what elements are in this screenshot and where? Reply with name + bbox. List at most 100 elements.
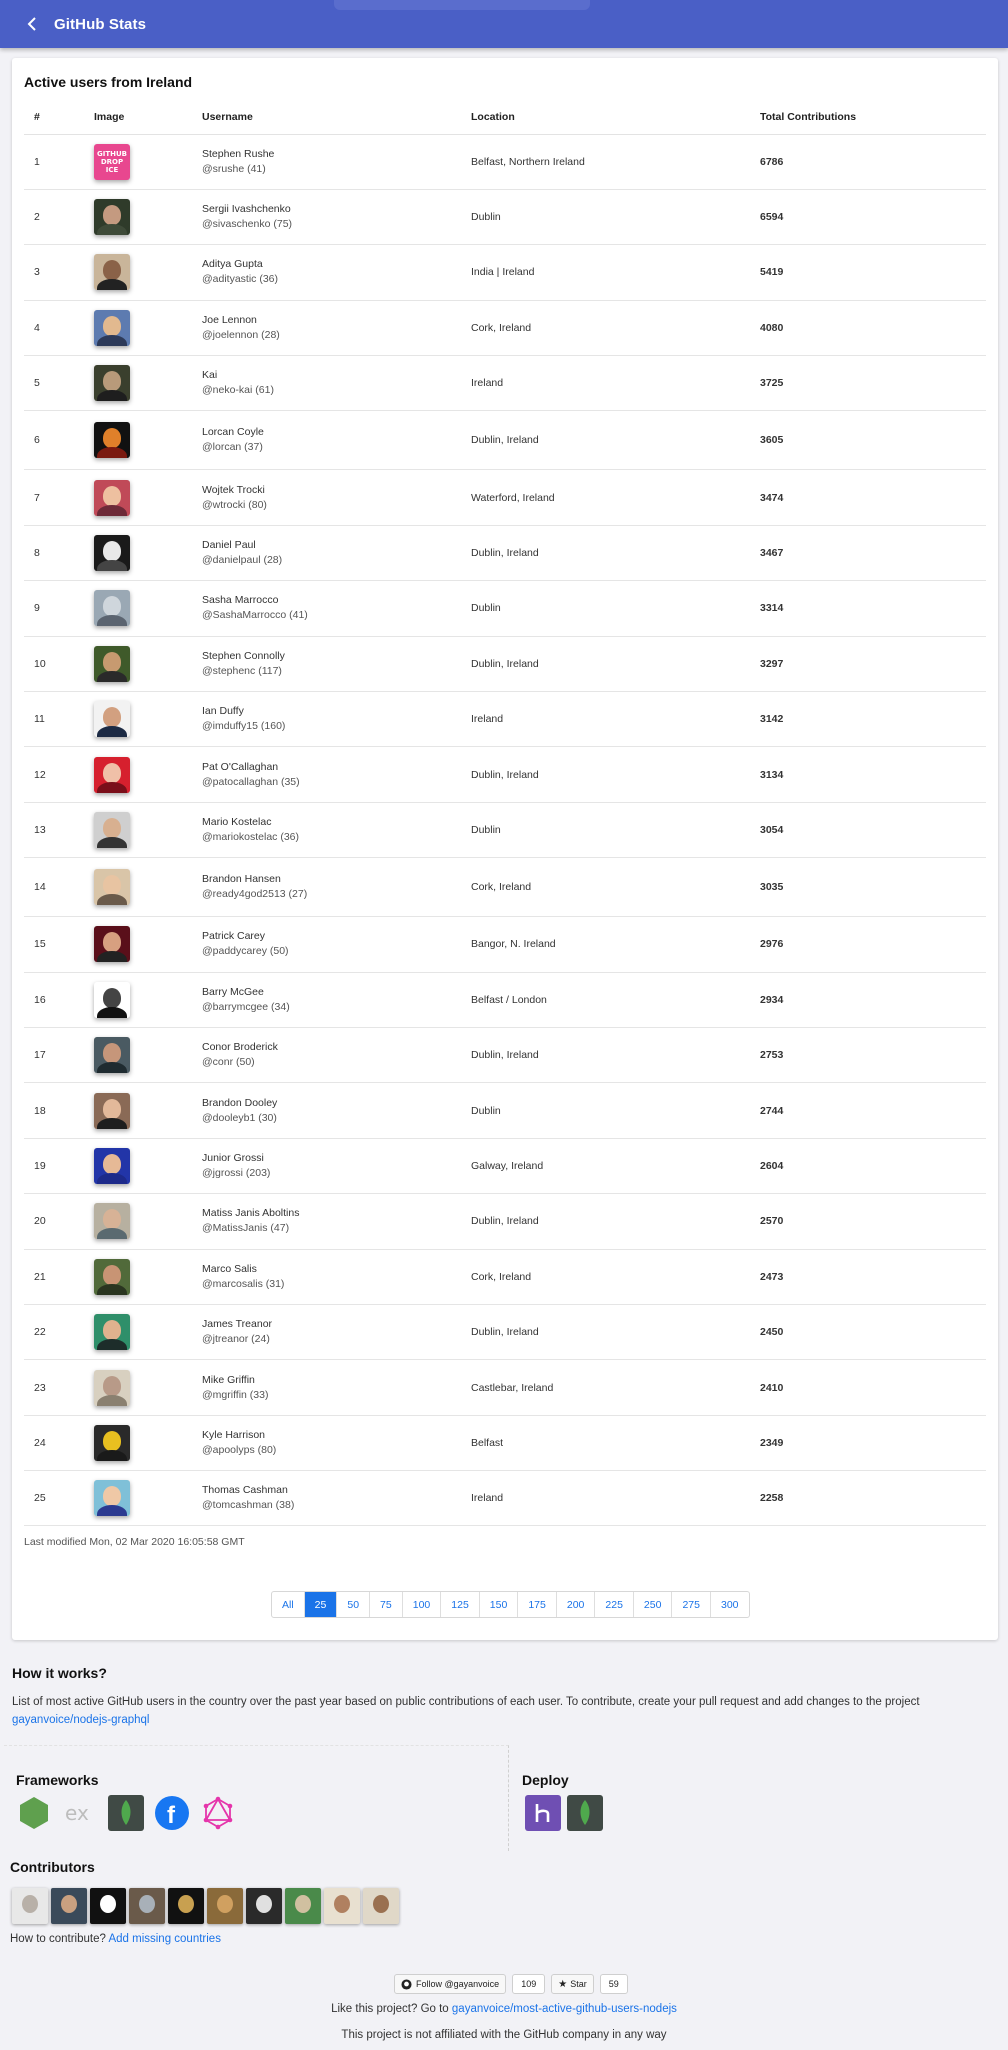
user-name[interactable]: Brandon Hansen <box>202 872 461 887</box>
user-avatar[interactable] <box>94 309 130 346</box>
contributor-avatar[interactable] <box>168 1888 204 1924</box>
contributor-avatar[interactable] <box>363 1888 399 1924</box>
user-name[interactable]: Daniel Paul <box>202 538 461 553</box>
user-avatar[interactable] <box>94 645 130 682</box>
user-avatar[interactable] <box>94 1314 130 1351</box>
contributor-avatar[interactable] <box>246 1888 282 1924</box>
user-avatar[interactable] <box>94 199 130 236</box>
page-option-200[interactable]: 200 <box>557 1592 596 1617</box>
contributor-avatar[interactable] <box>51 1888 87 1924</box>
user-avatar[interactable] <box>94 756 130 793</box>
contributor-avatar[interactable] <box>207 1888 243 1924</box>
user-login[interactable]: @srushe (41) <box>202 162 461 177</box>
user-name[interactable]: Kyle Harrison <box>202 1428 461 1443</box>
user-name[interactable]: Matiss Janis Aboltins <box>202 1206 461 1221</box>
user-avatar[interactable] <box>94 869 130 906</box>
user-avatar[interactable] <box>94 1369 130 1406</box>
user-name[interactable]: Mario Kostelac <box>202 815 461 830</box>
user-login[interactable]: @imduffy15 (160) <box>202 719 461 734</box>
user-name[interactable]: Aditya Gupta <box>202 257 461 272</box>
user-name[interactable]: Lorcan Coyle <box>202 425 461 440</box>
add-missing-countries-link[interactable]: Add missing countries <box>108 1933 221 1945</box>
user-avatar[interactable] <box>94 590 130 627</box>
user-avatar[interactable] <box>94 1147 130 1184</box>
user-login[interactable]: @wtrocki (80) <box>202 498 461 513</box>
user-login[interactable]: @dooleyb1 (30) <box>202 1111 461 1126</box>
project-link[interactable]: gayanvoice/nodejs-graphql <box>12 1714 149 1726</box>
user-name[interactable]: Joe Lennon <box>202 313 461 328</box>
contributor-avatar[interactable] <box>285 1888 321 1924</box>
page-option-50[interactable]: 50 <box>337 1592 371 1617</box>
user-avatar[interactable] <box>94 1092 130 1129</box>
contributor-avatar[interactable] <box>129 1888 165 1924</box>
user-name[interactable]: Brandon Dooley <box>202 1096 461 1111</box>
user-avatar[interactable] <box>94 535 130 572</box>
user-name[interactable]: Sergii Ivashchenko <box>202 202 461 217</box>
user-avatar[interactable] <box>94 479 130 516</box>
user-name[interactable]: Marco Salis <box>202 1262 461 1277</box>
github-drop-ice-logo[interactable]: GITHUB DROP ICE <box>94 143 130 180</box>
user-login[interactable]: @lorcan (37) <box>202 440 461 455</box>
page-option-275[interactable]: 275 <box>672 1592 711 1617</box>
page-option-75[interactable]: 75 <box>370 1592 403 1617</box>
user-login[interactable]: @mariokostelac (36) <box>202 830 461 845</box>
user-login[interactable]: @mgriffin (33) <box>202 1388 461 1403</box>
contributor-avatar[interactable] <box>90 1888 126 1924</box>
user-name[interactable]: Pat O'Callaghan <box>202 760 461 775</box>
user-login[interactable]: @SashaMarrocco (41) <box>202 608 461 623</box>
page-option-all[interactable]: All <box>272 1592 305 1617</box>
user-login[interactable]: @apoolyps (80) <box>202 1443 461 1458</box>
follow-button[interactable]: Follow @gayanvoice <box>394 1974 507 1994</box>
user-avatar[interactable] <box>94 254 130 291</box>
user-avatar[interactable] <box>94 1424 130 1461</box>
user-name[interactable]: James Treanor <box>202 1317 461 1332</box>
user-avatar[interactable] <box>94 365 130 402</box>
user-login[interactable]: @marcosalis (31) <box>202 1277 461 1292</box>
user-login[interactable]: @patocallaghan (35) <box>202 775 461 790</box>
repo-link[interactable]: gayanvoice/most-active-github-users-node… <box>452 2003 677 2015</box>
contributor-avatar[interactable] <box>12 1888 48 1924</box>
user-login[interactable]: @jgrossi (203) <box>202 1166 461 1181</box>
user-avatar[interactable] <box>94 1480 130 1517</box>
page-option-300[interactable]: 300 <box>711 1592 749 1617</box>
user-login[interactable]: @neko-kai (61) <box>202 383 461 398</box>
user-avatar[interactable] <box>94 811 130 848</box>
user-avatar[interactable] <box>94 1258 130 1295</box>
user-login[interactable]: @conr (50) <box>202 1055 461 1070</box>
user-name[interactable]: Stephen Rushe <box>202 147 461 162</box>
user-login[interactable]: @MatissJanis (47) <box>202 1221 461 1236</box>
user-login[interactable]: @ready4god2513 (27) <box>202 887 461 902</box>
star-count[interactable]: 59 <box>599 1974 628 1994</box>
page-option-150[interactable]: 150 <box>480 1592 519 1617</box>
follow-count[interactable]: 109 <box>512 1974 546 1994</box>
user-name[interactable]: Kai <box>202 368 461 383</box>
contributor-avatar[interactable] <box>324 1888 360 1924</box>
user-login[interactable]: @paddycarey (50) <box>202 944 461 959</box>
user-name[interactable]: Thomas Cashman <box>202 1483 461 1498</box>
page-option-100[interactable]: 100 <box>403 1592 442 1617</box>
user-name[interactable]: Mike Griffin <box>202 1373 461 1388</box>
user-login[interactable]: @tomcashman (38) <box>202 1498 461 1513</box>
user-login[interactable]: @barrymcgee (34) <box>202 1000 461 1015</box>
user-name[interactable]: Wojtek Trocki <box>202 483 461 498</box>
user-login[interactable]: @jtreanor (24) <box>202 1332 461 1347</box>
user-name[interactable]: Patrick Carey <box>202 929 461 944</box>
user-name[interactable]: Sasha Marrocco <box>202 593 461 608</box>
user-login[interactable]: @joelennon (28) <box>202 328 461 343</box>
user-login[interactable]: @adityastic (36) <box>202 272 461 287</box>
page-option-250[interactable]: 250 <box>634 1592 673 1617</box>
user-login[interactable]: @stephenc (117) <box>202 664 461 679</box>
search-tab[interactable] <box>334 0 590 10</box>
user-avatar[interactable] <box>94 926 130 963</box>
user-avatar[interactable] <box>94 1203 130 1240</box>
user-login[interactable]: @sivaschenko (75) <box>202 217 461 232</box>
user-avatar[interactable] <box>94 701 130 738</box>
page-option-175[interactable]: 175 <box>518 1592 557 1617</box>
user-name[interactable]: Barry McGee <box>202 985 461 1000</box>
back-arrow-icon[interactable] <box>22 14 42 34</box>
star-button[interactable]: ★ Star <box>551 1974 594 1994</box>
user-name[interactable]: Junior Grossi <box>202 1151 461 1166</box>
user-avatar[interactable] <box>94 422 130 459</box>
page-option-125[interactable]: 125 <box>441 1592 480 1617</box>
user-avatar[interactable] <box>94 1037 130 1074</box>
